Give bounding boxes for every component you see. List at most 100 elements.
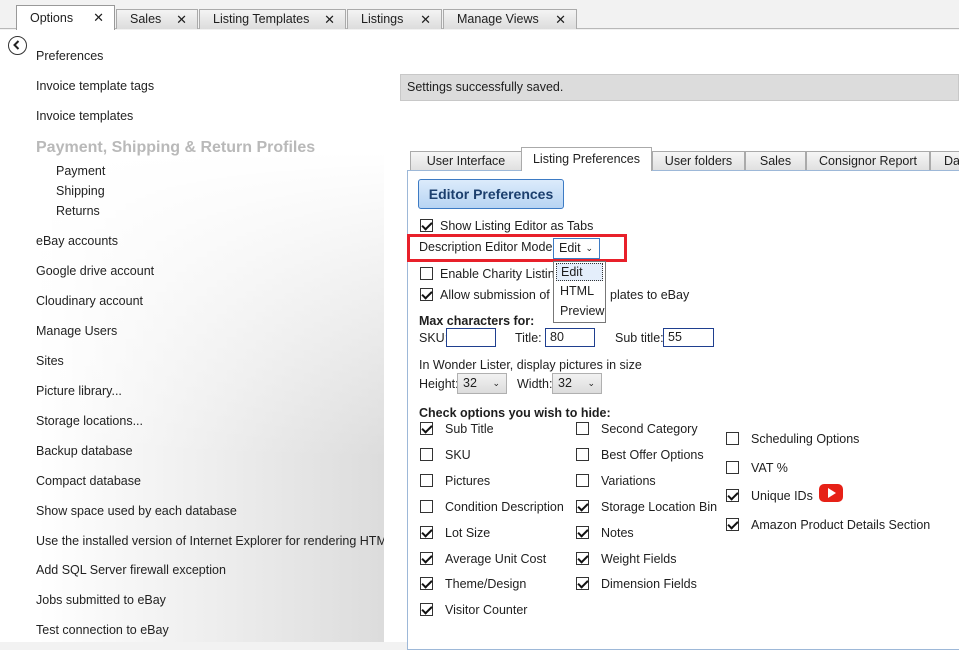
show-tabs-checkbox[interactable] xyxy=(420,219,433,232)
mode-dropdown: Edit HTML Preview xyxy=(553,261,606,323)
hide-option-checkbox[interactable] xyxy=(576,552,589,565)
tab-listings[interactable]: Listings ✕ xyxy=(347,9,442,29)
hide-option-checkbox[interactable] xyxy=(576,577,589,590)
hide-option-label: Second Category xyxy=(601,422,698,436)
sidebar-item-show-space[interactable]: Show space used by each database xyxy=(36,504,237,518)
sidebar-item-invoice-templates[interactable]: Invoice templates xyxy=(36,109,133,123)
subtitle-max-input[interactable]: 55 xyxy=(663,328,714,347)
hide-option-label: VAT % xyxy=(751,461,788,475)
width-label: Width: xyxy=(517,377,553,391)
show-tabs-label: Show Listing Editor as Tabs xyxy=(440,219,594,233)
hide-option-checkbox[interactable] xyxy=(420,500,433,513)
sidebar-item-ie-rendering[interactable]: Use the installed version of Internet Ex… xyxy=(36,534,394,548)
sidebar-item-storage-locations[interactable]: Storage locations... xyxy=(36,414,143,428)
editor-preferences-header: Editor Preferences xyxy=(418,179,564,209)
option-edit[interactable]: Edit xyxy=(556,263,603,281)
close-icon[interactable]: ✕ xyxy=(420,10,431,29)
sidebar-item-compact-database[interactable]: Compact database xyxy=(36,474,141,488)
hide-option-checkbox[interactable] xyxy=(726,518,739,531)
sidebar-item-backup-database[interactable]: Backup database xyxy=(36,444,133,458)
hide-option-checkbox[interactable] xyxy=(576,500,589,513)
sidebar-item-sql-firewall[interactable]: Add SQL Server firewall exception xyxy=(36,563,226,577)
sidebar-item-jobs-submitted[interactable]: Jobs submitted to eBay xyxy=(36,593,166,607)
close-icon[interactable]: ✕ xyxy=(555,10,566,29)
close-icon[interactable]: ✕ xyxy=(176,10,187,29)
allow-submission-checkbox[interactable] xyxy=(420,288,433,301)
tab-sales[interactable]: Sales ✕ xyxy=(116,9,198,29)
sidebar-item-cloudinary[interactable]: Cloudinary account xyxy=(36,294,143,308)
sku-max-input[interactable] xyxy=(446,328,496,347)
hide-option-checkbox[interactable] xyxy=(420,448,433,461)
hide-option-label: Theme/Design xyxy=(445,577,527,591)
tab-label: Listing Templates xyxy=(213,12,310,26)
height-value: 32 xyxy=(463,376,477,390)
sidebar-item-manage-users[interactable]: Manage Users xyxy=(36,324,117,338)
tab-consignor-report[interactable]: Consignor Report xyxy=(806,151,930,170)
back-arrow-icon[interactable] xyxy=(8,36,27,55)
width-value: 32 xyxy=(558,376,572,390)
hide-option-checkbox[interactable] xyxy=(420,603,433,616)
tab-label: Sales xyxy=(130,12,162,26)
hide-option-label: Lot Size xyxy=(445,526,491,540)
hide-option-checkbox[interactable] xyxy=(576,448,589,461)
hide-option-label: Variations xyxy=(601,474,656,488)
sidebar-item-google-drive[interactable]: Google drive account xyxy=(36,264,154,278)
hide-option-checkbox[interactable] xyxy=(420,474,433,487)
hide-option-checkbox[interactable] xyxy=(576,422,589,435)
hide-option-label: Visitor Counter xyxy=(445,603,528,617)
width-select[interactable]: 32 ⌄ xyxy=(552,373,602,394)
close-icon[interactable]: ✕ xyxy=(324,10,335,29)
section-header: Payment, Shipping & Return Profiles xyxy=(36,139,316,156)
sidebar-item-sites[interactable]: Sites xyxy=(36,354,64,368)
youtube-icon[interactable] xyxy=(819,484,843,502)
hide-option-label: Sub Title xyxy=(445,422,494,436)
hide-option-label: Best Offer Options xyxy=(601,448,704,462)
options-sidebar: Preferences Invoice template tags Invoic… xyxy=(0,30,394,642)
hide-option-checkbox[interactable] xyxy=(726,432,739,445)
hide-options-label: Check options you wish to hide: xyxy=(419,406,611,420)
option-preview[interactable]: Preview xyxy=(556,303,604,321)
sidebar-item-shipping[interactable]: Shipping xyxy=(56,184,105,198)
hide-option-label: Average Unit Cost xyxy=(445,552,547,566)
sidebar-item-ebay-accounts[interactable]: eBay accounts xyxy=(36,234,118,248)
hide-option-checkbox[interactable] xyxy=(726,461,739,474)
title-label: Title: xyxy=(515,331,542,345)
tab-label: Manage Views xyxy=(457,12,539,26)
hide-option-label: Weight Fields xyxy=(601,552,677,566)
allow-submission-label-b: plates to eBay xyxy=(610,288,690,302)
hide-option-label: Unique IDs xyxy=(751,489,813,503)
sidebar-item-payment[interactable]: Payment xyxy=(56,164,105,178)
sidebar-item-invoice-template-tags[interactable]: Invoice template tags xyxy=(36,79,154,93)
hide-option-checkbox[interactable] xyxy=(726,489,739,502)
hide-option-checkbox[interactable] xyxy=(420,422,433,435)
tab-user-interface[interactable]: User Interface xyxy=(410,151,522,170)
height-select[interactable]: 32 ⌄ xyxy=(457,373,507,394)
tab-manage-views[interactable]: Manage Views ✕ xyxy=(443,9,577,29)
hide-option-label: Scheduling Options xyxy=(751,432,860,446)
close-icon[interactable]: ✕ xyxy=(93,6,104,30)
tab-da[interactable]: Da xyxy=(930,151,959,170)
tab-options[interactable]: Options ✕ xyxy=(16,5,115,30)
charity-checkbox[interactable] xyxy=(420,267,433,280)
title-max-input[interactable]: 80 xyxy=(545,328,595,347)
hide-option-checkbox[interactable] xyxy=(576,474,589,487)
tab-sales-prefs[interactable]: Sales xyxy=(745,151,806,170)
tab-listing-templates[interactable]: Listing Templates ✕ xyxy=(199,9,346,29)
allow-submission-label-a: Allow submission of li xyxy=(440,288,559,302)
tab-label: Listings xyxy=(361,12,404,26)
chevron-down-icon: ⌄ xyxy=(492,378,500,388)
tab-user-folders[interactable]: User folders xyxy=(652,151,745,170)
hide-option-checkbox[interactable] xyxy=(420,577,433,590)
sidebar-item-test-connection[interactable]: Test connection to eBay xyxy=(36,623,169,637)
hide-option-checkbox[interactable] xyxy=(576,526,589,539)
status-message: Settings successfully saved. xyxy=(400,74,959,101)
sidebar-item-returns[interactable]: Returns xyxy=(56,204,100,218)
sidebar-item-picture-library[interactable]: Picture library... xyxy=(36,384,122,398)
sidebar-item-preferences[interactable]: Preferences xyxy=(36,49,103,63)
hide-option-label: Storage Location Bin xyxy=(601,500,718,514)
tab-listing-preferences[interactable]: Listing Preferences xyxy=(521,147,652,171)
hide-option-checkbox[interactable] xyxy=(420,526,433,539)
hide-option-checkbox[interactable] xyxy=(420,552,433,565)
hide-option-label: Dimension Fields xyxy=(601,577,697,591)
option-html[interactable]: HTML xyxy=(556,283,603,301)
